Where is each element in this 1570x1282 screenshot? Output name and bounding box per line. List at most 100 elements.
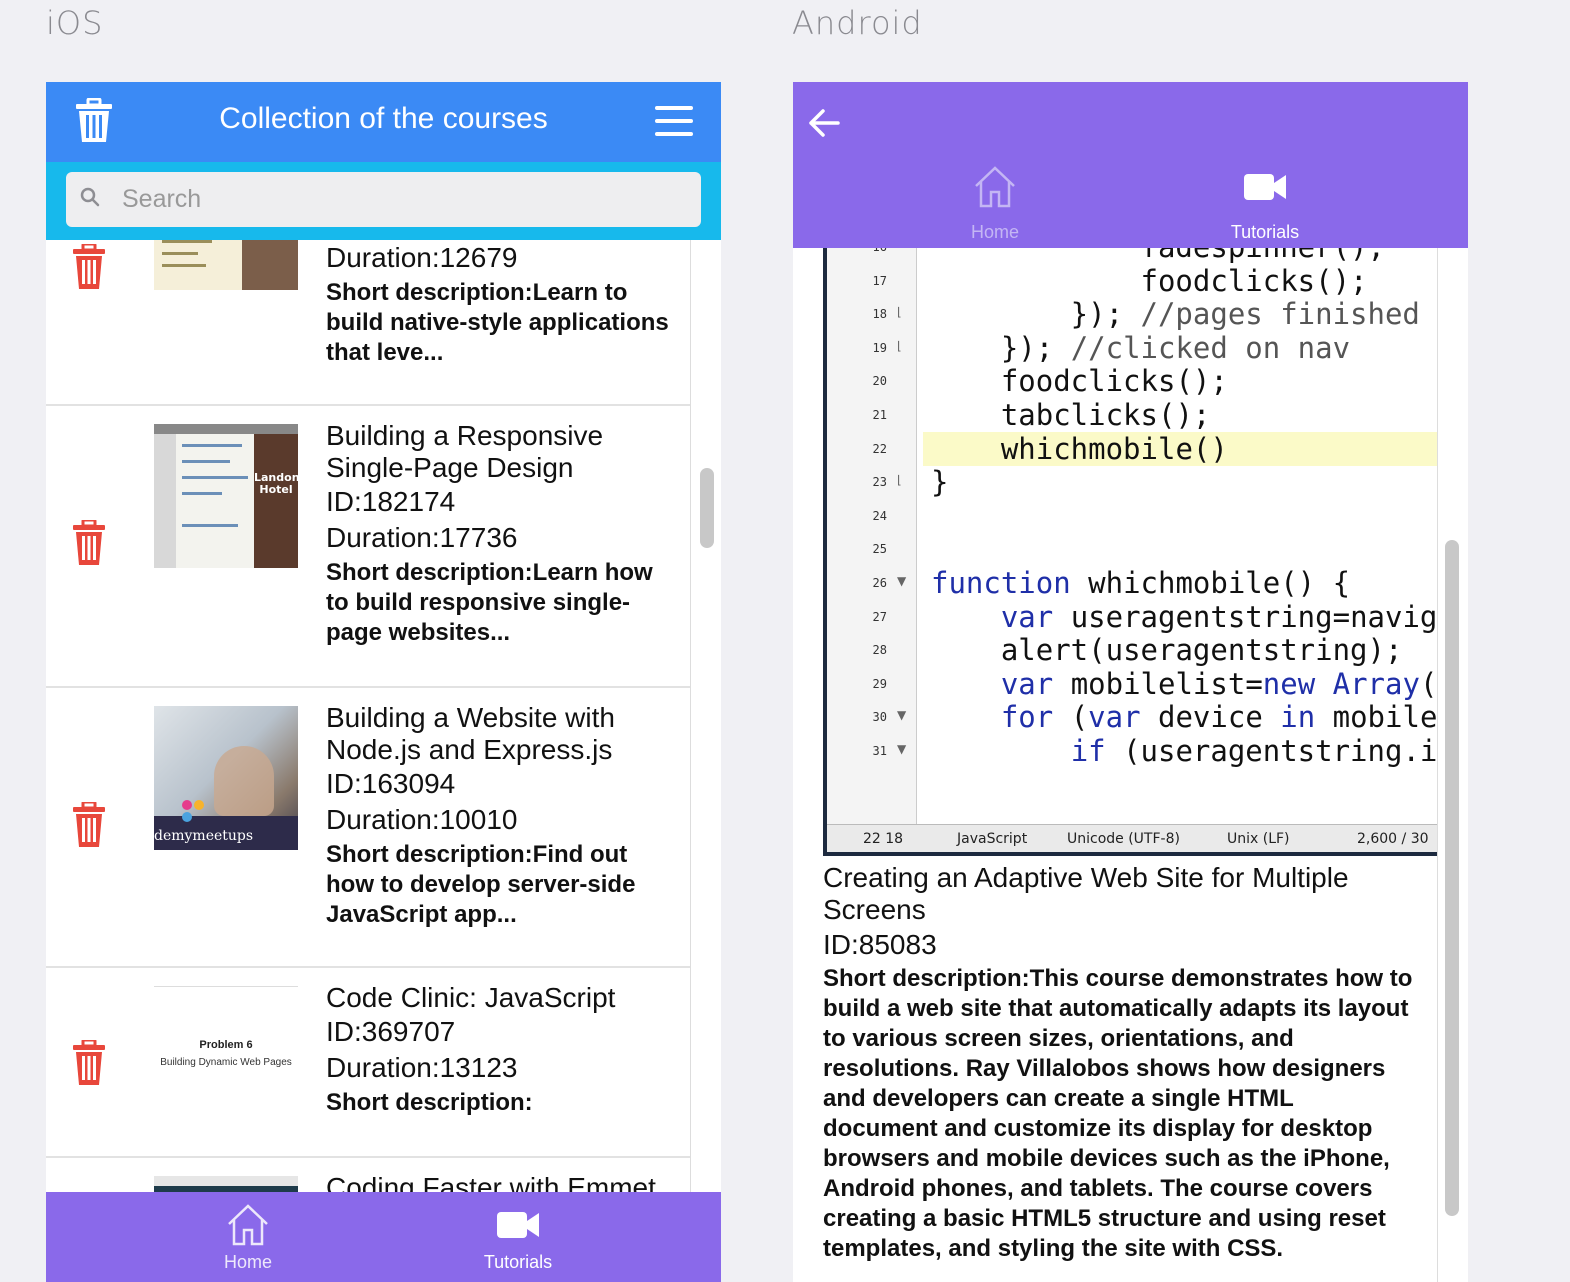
course-detail[interactable]: 16 fadespinner();17 foodclicks();18⌊ });… — [793, 248, 1438, 1282]
list-item[interactable]: Problem 6 Building Dynamic Web Pages Cod… — [46, 968, 690, 1158]
thumbnail-title: Problem 6 — [199, 1039, 253, 1051]
code-text: }); //pages finished — [931, 297, 1420, 332]
search-box — [66, 172, 701, 227]
code-text: alert(useragentstring); — [1000, 633, 1403, 668]
tab-home[interactable]: Home — [148, 1192, 348, 1282]
course-id: ID:163094 — [326, 768, 456, 799]
home-icon — [975, 166, 1015, 208]
list-item[interactable]: Landon Hotel Building a Responsive Singl… — [46, 406, 690, 688]
line-number: 25 — [872, 542, 887, 557]
status-encoding: Unicode (UTF-8) — [1067, 831, 1180, 847]
tab-home-label: Home — [223, 1252, 272, 1272]
tab-bar: Home Tutorials — [46, 1192, 721, 1282]
code-line: 25 — [827, 532, 1437, 566]
tab-tutorials[interactable]: Tutorials — [418, 1192, 618, 1282]
list-item[interactable]: Duration:12679 Short description:Learn t… — [46, 240, 690, 406]
course-title: Creating an Adaptive Web Site for Multip… — [823, 862, 1349, 925]
code-line: 16 fadespinner(); — [827, 248, 1437, 264]
status-size: 2,600 / 30 — [1357, 831, 1429, 847]
code-line: 18 ⌊ }); //pages finished — [827, 297, 1437, 332]
line-number: 22 — [872, 441, 887, 456]
course-list[interactable]: Duration:12679 Short description:Learn t… — [46, 240, 691, 1192]
code-line: 20 foodclicks(); — [827, 364, 1437, 399]
course-info: Duration:12679 Short description:Learn t… — [326, 240, 681, 368]
fold-marker-icon: ▼ — [897, 708, 907, 723]
code-text: foodclicks(); — [1000, 364, 1228, 399]
line-number: 27 — [872, 609, 887, 624]
thumbnail-caption: Landon Hotel — [254, 471, 298, 496]
line-number: 19 — [872, 340, 887, 355]
code-line-gutter: 22 — [827, 432, 1437, 466]
delete-icon[interactable] — [72, 244, 106, 290]
thumbnail-caption: demymeetups — [154, 828, 254, 844]
code-line: 23 ⌊} — [827, 465, 1437, 500]
android-label: Android — [792, 4, 923, 42]
delete-icon[interactable] — [72, 1040, 106, 1086]
course-info: Creating an Adaptive Web Site for Multip… — [823, 862, 1413, 1264]
code-text: tabclicks(); — [1000, 398, 1211, 432]
home-icon — [228, 1204, 268, 1246]
video-player[interactable]: 16 fadespinner();17 foodclicks();18⌊ });… — [823, 248, 1438, 856]
course-id: ID:85083 — [823, 929, 937, 960]
course-thumbnail: Landon Hotel — [154, 424, 298, 568]
list-item[interactable]: demymeetups Building a Website with Node… — [46, 688, 690, 968]
tab-home[interactable]: Home — [895, 164, 1095, 243]
scrollbar[interactable] — [1445, 540, 1459, 1216]
course-info: Coding Faster with Emmet — [326, 1172, 681, 1192]
code-text: fadespinner(); — [931, 248, 1385, 264]
course-title: Code Clinic: JavaScript — [326, 982, 616, 1013]
course-thumbnail: demymeetups — [154, 706, 298, 850]
fold-marker-icon: ⌊ — [897, 305, 902, 320]
editor-status-bar: 22 18 JavaScript Unicode (UTF-8) Unix (L… — [827, 824, 1437, 852]
tab-tutorials[interactable]: Tutorials — [1165, 164, 1365, 243]
search-icon — [80, 187, 100, 207]
course-description: Short description:Learn to build native-… — [326, 279, 669, 366]
course-title: Building a Responsive Single-Page Design — [326, 420, 604, 483]
code-text: } — [931, 465, 949, 500]
course-thumbnail: Problem 6 Building Dynamic Web Pages — [154, 986, 298, 1130]
list-item[interactable]: Coding Faster with Emmet — [46, 1158, 690, 1192]
course-title: Building a Website with Node.js and Expr… — [326, 702, 615, 765]
code-line: 30 ▼ for (var device in mobile — [827, 700, 1437, 734]
search-input[interactable] — [122, 172, 682, 227]
line-number: 17 — [872, 273, 887, 288]
back-arrow-icon[interactable] — [807, 106, 841, 140]
course-info: Code Clinic: JavaScript ID:369707 Durati… — [326, 982, 681, 1118]
code-line: 26 ▼ function whichmobile() { — [827, 566, 1437, 600]
code-line: 31 ▼ if (useragentstring.i — [827, 734, 1438, 768]
fold-marker-icon: ⌊ — [897, 473, 902, 488]
menu-icon[interactable] — [655, 106, 693, 136]
status-language: JavaScript — [957, 831, 1028, 847]
tab-tutorials-label: Tutorials — [1230, 222, 1300, 242]
line-number: 24 — [872, 508, 887, 523]
android-header: Home Tutorials — [793, 82, 1468, 248]
code-text: if (useragentstring.i — [1070, 734, 1438, 768]
video-camera-icon — [1244, 174, 1286, 200]
course-title: Coding Faster with Emmet — [326, 1172, 656, 1192]
tab-home-label: Home — [970, 222, 1019, 242]
line-number: 30 — [872, 710, 887, 725]
line-number: 23 — [872, 475, 887, 490]
line-number: 31 — [872, 744, 887, 758]
line-number: 29 — [872, 676, 887, 691]
thumbnail-subtitle: Building Dynamic Web Pages — [160, 1057, 292, 1068]
delete-icon[interactable] — [72, 520, 106, 566]
code-line: 27 var useragentstring=navig — [827, 600, 1437, 634]
line-number: 21 — [872, 408, 887, 422]
line-number: 20 — [872, 374, 887, 389]
search-bar — [46, 162, 721, 240]
tab-tutorials-label: Tutorials — [483, 1252, 553, 1272]
ios-app: Collection of the courses Search Duratio… — [46, 82, 721, 1282]
ios-label: iOS — [46, 4, 104, 42]
code-text: function whichmobile() { — [931, 566, 1351, 600]
code-text: }); //clicked on nav — [931, 330, 1351, 365]
delete-icon[interactable] — [72, 802, 106, 848]
course-description: Short description:Learn how to build res… — [326, 559, 653, 646]
course-duration: Duration:13123 — [326, 1052, 518, 1083]
code-line: 21 tabclicks(); — [827, 398, 1437, 432]
code-line: 17 foodclicks(); — [827, 264, 1437, 298]
course-thumbnail — [154, 240, 298, 290]
scrollbar[interactable] — [700, 468, 714, 548]
line-number: 18 — [872, 307, 887, 322]
line-number: 26 — [872, 576, 887, 590]
